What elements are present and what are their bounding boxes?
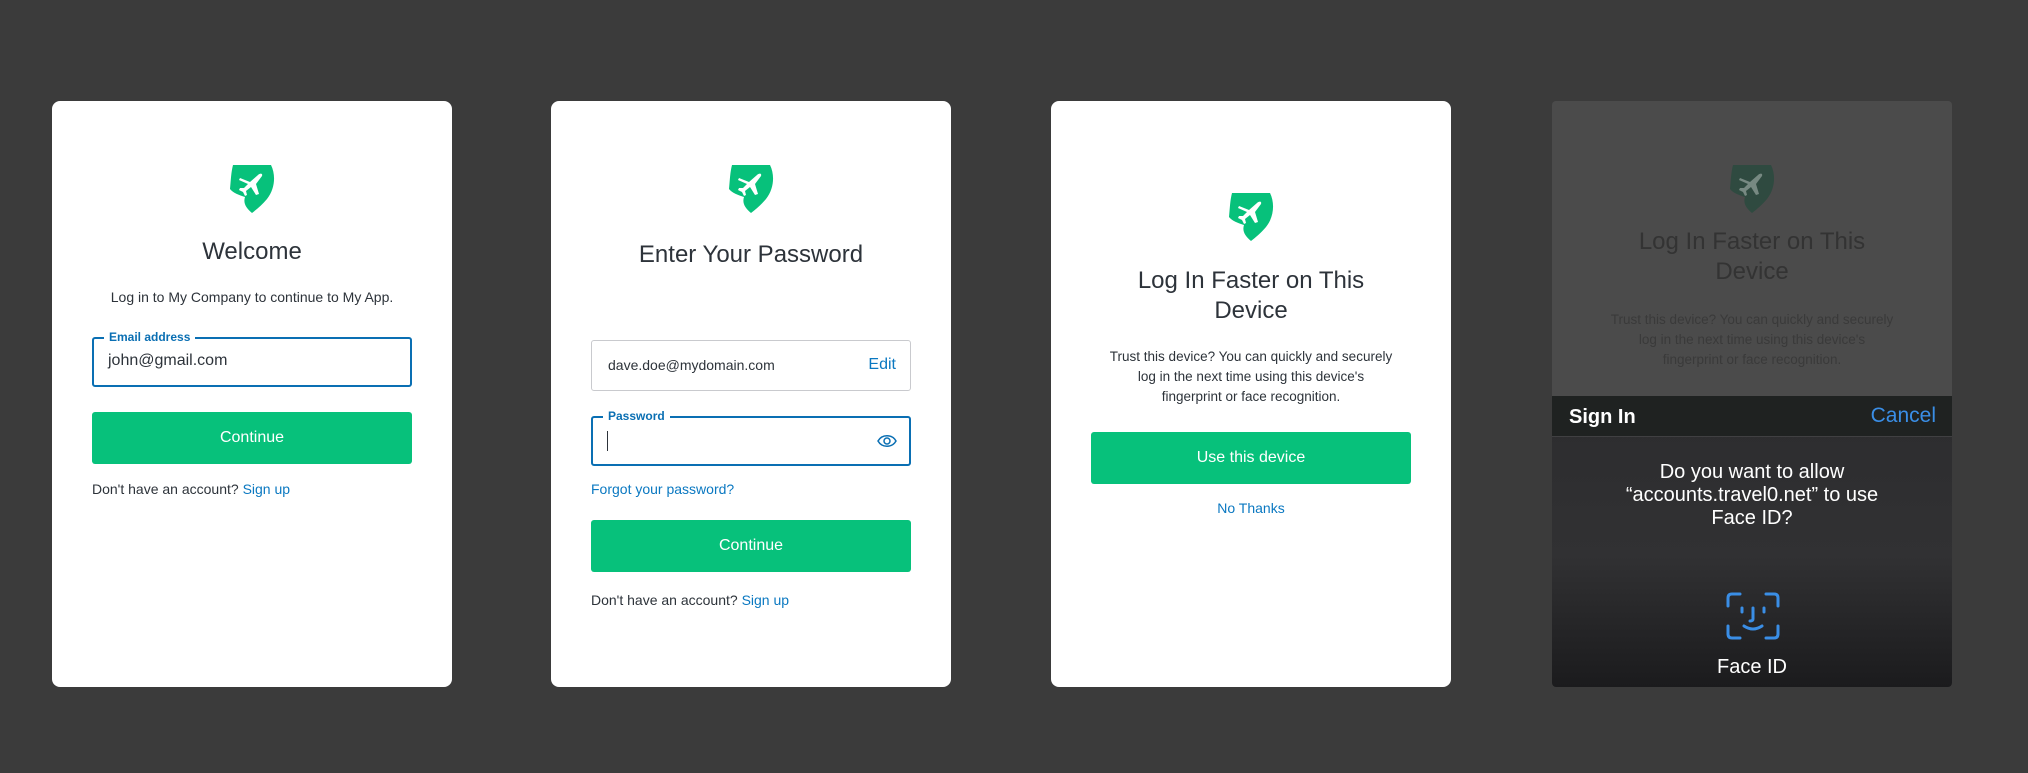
title-line: Device [1214,297,1288,324]
face-id-icon [1726,592,1780,640]
signup-prompt: Don't have an account? Sign up [92,481,290,497]
email-value: dave.doe@mydomain.com [608,357,775,373]
signup-link[interactable]: Sign up [742,592,789,608]
question-line: Face ID? [1711,507,1793,529]
email-display: dave.doe@mydomain.com Edit [591,340,911,391]
description-line: Trust this device? You can quickly and s… [1610,312,1894,327]
signup-prompt: Don't have an account? Sign up [591,592,789,608]
face-id-prompt-card: Log In Faster on This Device Trust this … [1552,101,1952,687]
sheet-title: Sign In [1569,406,1636,428]
airplane-shield-logo-icon [229,165,275,213]
continue-button[interactable]: Continue [92,412,412,464]
question-line: Do you want to allow [1659,461,1845,483]
login-card-email: Welcome Log in to My Company to continue… [52,101,452,687]
forgot-password-link[interactable]: Forgot your password? [591,481,734,497]
description-line: fingerprint or face recognition. [1662,352,1842,367]
description-line: log in the next time using this device's [1638,332,1866,347]
sheet-header: Sign In Cancel [1552,396,1952,436]
eye-icon[interactable] [877,433,897,449]
title-line: Device [1715,258,1789,285]
cancel-button[interactable]: Cancel [1871,404,1936,428]
text-cursor [607,431,608,451]
airplane-shield-logo-icon [1228,193,1274,241]
signup-link[interactable]: Sign up [243,481,290,497]
password-label: Password [603,409,670,423]
dimmed-description: Trust this device? You can quickly and s… [1552,310,1952,370]
airplane-shield-logo-icon [1729,165,1775,213]
edit-email-link[interactable]: Edit [868,356,896,374]
description-line: log in the next time using this device's [1137,369,1365,384]
dimmed-title: Log In Faster on This Device [1552,227,1952,287]
password-field[interactable]: Password [591,409,911,466]
page-title: Log In Faster on This Device [1051,266,1451,326]
use-this-device-button[interactable]: Use this device [1091,432,1411,484]
email-value[interactable]: john@gmail.com [108,352,227,370]
no-thanks-link[interactable]: No Thanks [1051,500,1451,516]
email-label: Email address [104,330,196,344]
page-title: Welcome [202,238,302,265]
email-field[interactable]: Email address john@gmail.com [92,330,412,387]
trust-device-card: Log In Faster on This Device Trust this … [1051,101,1451,687]
page-title: Enter Your Password [638,241,864,268]
face-id-question: Do you want to allow “accounts.travel0.n… [1552,461,1952,530]
description-line: fingerprint or face recognition. [1161,389,1341,404]
divider [1552,436,1952,437]
title-line: Log In Faster on This [1137,267,1365,294]
no-account-text: Don't have an account? [591,592,738,608]
no-account-text: Don't have an account? [92,481,239,497]
subtitle: Log in to My Company to continue to My A… [110,289,394,305]
continue-button[interactable]: Continue [591,520,911,572]
ios-sign-in-sheet: Sign In Cancel Do you want to allow “acc… [1552,396,1952,687]
question-line: “accounts.travel0.net” to use [1625,484,1879,506]
airplane-shield-logo-icon [728,165,774,213]
description-line: Trust this device? You can quickly and s… [1109,349,1393,364]
login-card-password: Enter Your Password dave.doe@mydomain.co… [551,101,951,687]
description: Trust this device? You can quickly and s… [1051,347,1451,407]
face-id-label: Face ID [1716,656,1788,678]
title-line: Log In Faster on This [1638,228,1866,255]
